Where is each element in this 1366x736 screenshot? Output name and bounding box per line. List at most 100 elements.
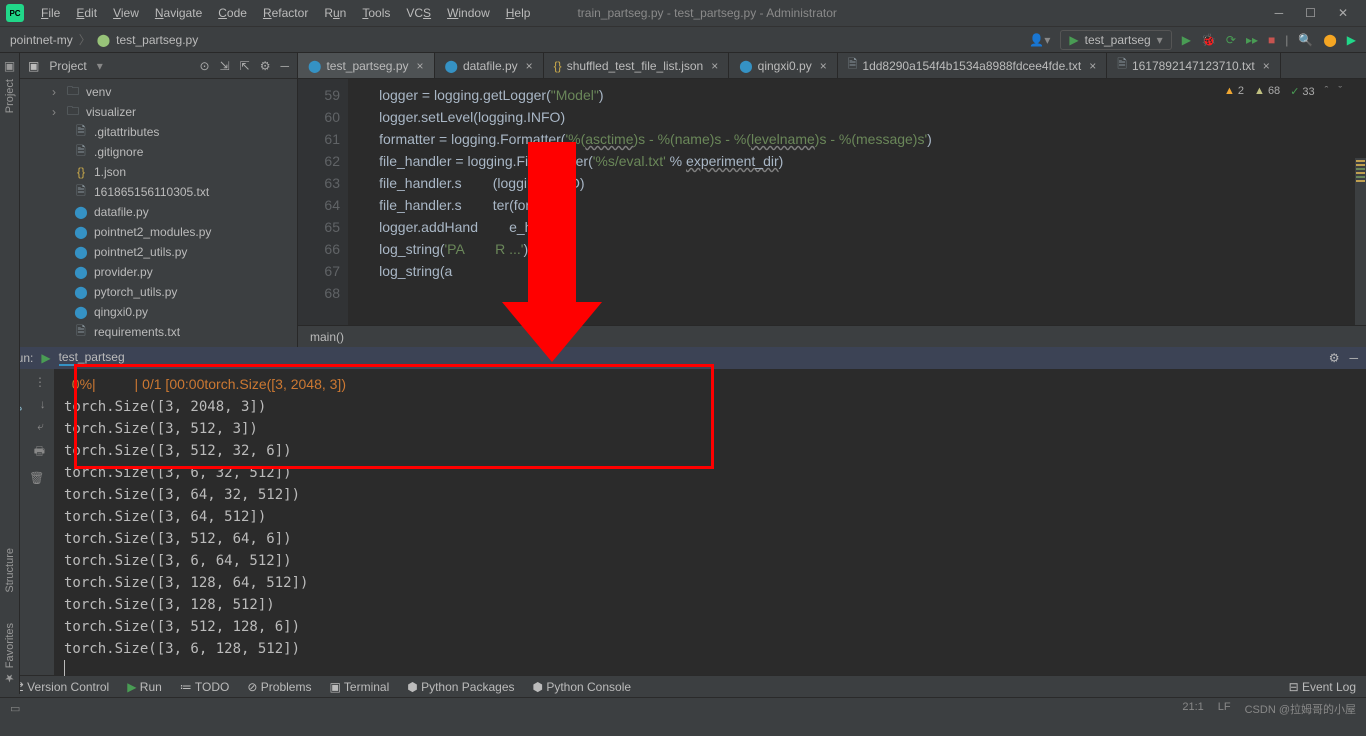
run-config-name: test_partseg	[1085, 33, 1151, 47]
user-icon[interactable]: 👤▾	[1029, 33, 1050, 47]
run-tab[interactable]: test_partseg	[59, 350, 125, 366]
run-button[interactable]: ▶	[1182, 33, 1191, 47]
project-tree[interactable]: ›🗀venv›🗀visualizer🗎.gitattributes🗎.gitig…	[20, 79, 297, 345]
ide-update-icon[interactable]: ⬤	[1323, 33, 1336, 47]
hide-icon[interactable]: ─	[280, 59, 289, 73]
error-stripe[interactable]	[1355, 158, 1366, 325]
tree-item[interactable]: ⬤pointnet2_modules.py	[20, 222, 297, 242]
stop-button[interactable]: ■	[1268, 33, 1275, 47]
close-tab-icon[interactable]: ×	[820, 59, 827, 73]
code-with-me-icon[interactable]: ▶	[1347, 33, 1356, 47]
close-tab-icon[interactable]: ×	[526, 59, 533, 73]
menu-navigate[interactable]: Navigate	[148, 3, 209, 23]
editor-tab[interactable]: 🗎1dd8290a154f4b1534a8988fdcee4fde.txt×	[838, 53, 1108, 78]
tree-item[interactable]: 🗎.gitattributes	[20, 122, 297, 142]
tree-item[interactable]: 🗎requirements.txt	[20, 322, 297, 342]
console-output[interactable]: 0%| | 0/1 [00:00torch.Size([3, 2048, 3])…	[54, 369, 1366, 675]
close-tab-icon[interactable]: ×	[1089, 59, 1096, 73]
menu-refactor[interactable]: Refactor	[256, 3, 315, 23]
tree-item[interactable]: 🗎161865156110305.txt	[20, 182, 297, 202]
hide-run-icon[interactable]: ─	[1349, 351, 1358, 365]
minimize-button[interactable]: ─	[1275, 6, 1284, 20]
breadcrumb-file[interactable]: test_partseg.py	[116, 33, 198, 47]
tree-item[interactable]: ⬤provider.py	[20, 262, 297, 282]
editor-tab[interactable]: ⬤qingxi0.py×	[729, 53, 838, 78]
left-tool-strip: ▣ Project	[0, 53, 20, 347]
clear-icon[interactable]: 🗑	[29, 471, 44, 485]
caret-position[interactable]: 21:1	[1182, 701, 1203, 717]
coverage-button[interactable]: ⟳	[1226, 33, 1236, 47]
chevron-icon: 〉	[79, 31, 91, 48]
debug-button[interactable]: 🐞	[1201, 33, 1216, 47]
play-icon: ▶	[1069, 33, 1078, 47]
inspection-status[interactable]: 2 68 33 ˆ ˇ	[1218, 83, 1348, 100]
select-open-file-icon[interactable]: ⊙	[200, 59, 210, 73]
terminal-tool[interactable]: ▣ Terminal	[329, 680, 389, 694]
search-button[interactable]: 🔍	[1298, 33, 1313, 47]
menu-tools[interactable]: Tools	[355, 3, 397, 23]
titlebar: File Edit View Navigate Code Refactor Ru…	[0, 0, 1366, 27]
status-bar: ▭ 21:1 LF CSDN @拉姆哥的小屋	[0, 697, 1366, 719]
quick-list-icon[interactable]: ▭	[10, 702, 20, 715]
tree-item[interactable]: ⬤datafile.py	[20, 202, 297, 222]
tree-item[interactable]: ›🗀venv	[20, 82, 297, 102]
tree-item[interactable]: ⬤pytorch_utils.py	[20, 282, 297, 302]
expand-all-icon[interactable]: ⇲	[220, 59, 230, 73]
collapse-all-icon[interactable]: ⇱	[240, 59, 250, 73]
app-logo	[6, 4, 24, 22]
menu-help[interactable]: Help	[499, 3, 538, 23]
menu-window[interactable]: Window	[440, 3, 497, 23]
python-packages-tool[interactable]: ⬢ Python Packages	[407, 680, 514, 694]
favorites-tool[interactable]: ★ Favorites	[3, 623, 16, 684]
settings-icon[interactable]: ⚙	[260, 59, 271, 73]
editor-tab[interactable]: 🗎1617892147123710.txt×	[1107, 53, 1280, 78]
editor-tab[interactable]: {}shuffled_test_file_list.json×	[544, 53, 730, 78]
chevron-down-icon[interactable]: ▾	[97, 59, 103, 73]
problems-tool[interactable]: ⊘ Problems	[247, 680, 311, 694]
soft-wrap-icon[interactable]: ⤶	[37, 419, 44, 434]
project-label[interactable]: Project	[4, 79, 16, 113]
run-config-selector[interactable]: ▶ test_partseg ▾	[1060, 30, 1171, 50]
menu-file[interactable]: File	[34, 3, 67, 23]
code-content[interactable]: logger = logging.getLogger("Model") logg…	[348, 79, 1366, 325]
menu-code[interactable]: Code	[211, 3, 254, 23]
python-file-icon: ⬤	[97, 33, 110, 47]
menu-edit[interactable]: Edit	[69, 3, 104, 23]
close-tab-icon[interactable]: ×	[417, 59, 424, 73]
run-settings-icon[interactable]: ⚙	[1329, 351, 1340, 365]
tree-item[interactable]: ›🗀visualizer	[20, 102, 297, 122]
vcs-tool[interactable]: ⎇ Version Control	[10, 680, 109, 694]
editor-tab[interactable]: ⬤test_partseg.py×	[298, 53, 435, 78]
close-tab-icon[interactable]: ×	[1263, 59, 1270, 73]
tree-item[interactable]: ⬤pointnet2_utils.py	[20, 242, 297, 262]
editor-area: ⬤test_partseg.py×⬤datafile.py×{}shuffled…	[298, 53, 1366, 347]
close-tab-icon[interactable]: ×	[711, 59, 718, 73]
event-log[interactable]: ⊟ Event Log	[1289, 680, 1356, 694]
menu-view[interactable]: View	[106, 3, 146, 23]
todo-tool[interactable]: ≔ TODO	[180, 680, 230, 694]
maximize-button[interactable]: ☐	[1305, 6, 1316, 20]
left-tool-strip-lower: Structure ★ Favorites	[0, 347, 20, 694]
code-breadcrumb[interactable]: main()	[298, 325, 1366, 347]
chevron-down-icon: ▾	[1157, 33, 1163, 47]
tree-item[interactable]: 🗎.gitignore	[20, 142, 297, 162]
down-icon[interactable]: ↓	[40, 397, 46, 411]
python-console-tool[interactable]: ⬢ Python Console	[533, 680, 632, 694]
tree-item[interactable]: ⬤qingxi0.py	[20, 302, 297, 322]
profile-button[interactable]: ▸▸	[1246, 33, 1258, 47]
breadcrumb-project[interactable]: pointnet-my	[10, 33, 73, 47]
structure-tool[interactable]: Structure	[4, 548, 16, 593]
menu-run[interactable]: Run	[317, 3, 353, 23]
run-menu-icon[interactable]: ⋮	[34, 375, 46, 389]
project-tool-btn[interactable]: ▣	[4, 59, 15, 73]
menu-vcs[interactable]: VCS	[399, 3, 438, 23]
print-icon[interactable]: 🖶	[34, 442, 45, 463]
run-tool[interactable]: ▶ Run	[127, 680, 162, 694]
tree-item[interactable]: {}1.json	[20, 162, 297, 182]
window-title: train_partseg.py - test_partseg.py - Adm…	[577, 6, 836, 20]
editor-tab[interactable]: ⬤datafile.py×	[435, 53, 544, 78]
close-button[interactable]: ✕	[1338, 6, 1348, 20]
code-editor[interactable]: 59606162636465666768 logger = logging.ge…	[298, 79, 1366, 325]
play-icon: ▶	[41, 351, 50, 365]
line-separator[interactable]: LF	[1218, 701, 1231, 717]
